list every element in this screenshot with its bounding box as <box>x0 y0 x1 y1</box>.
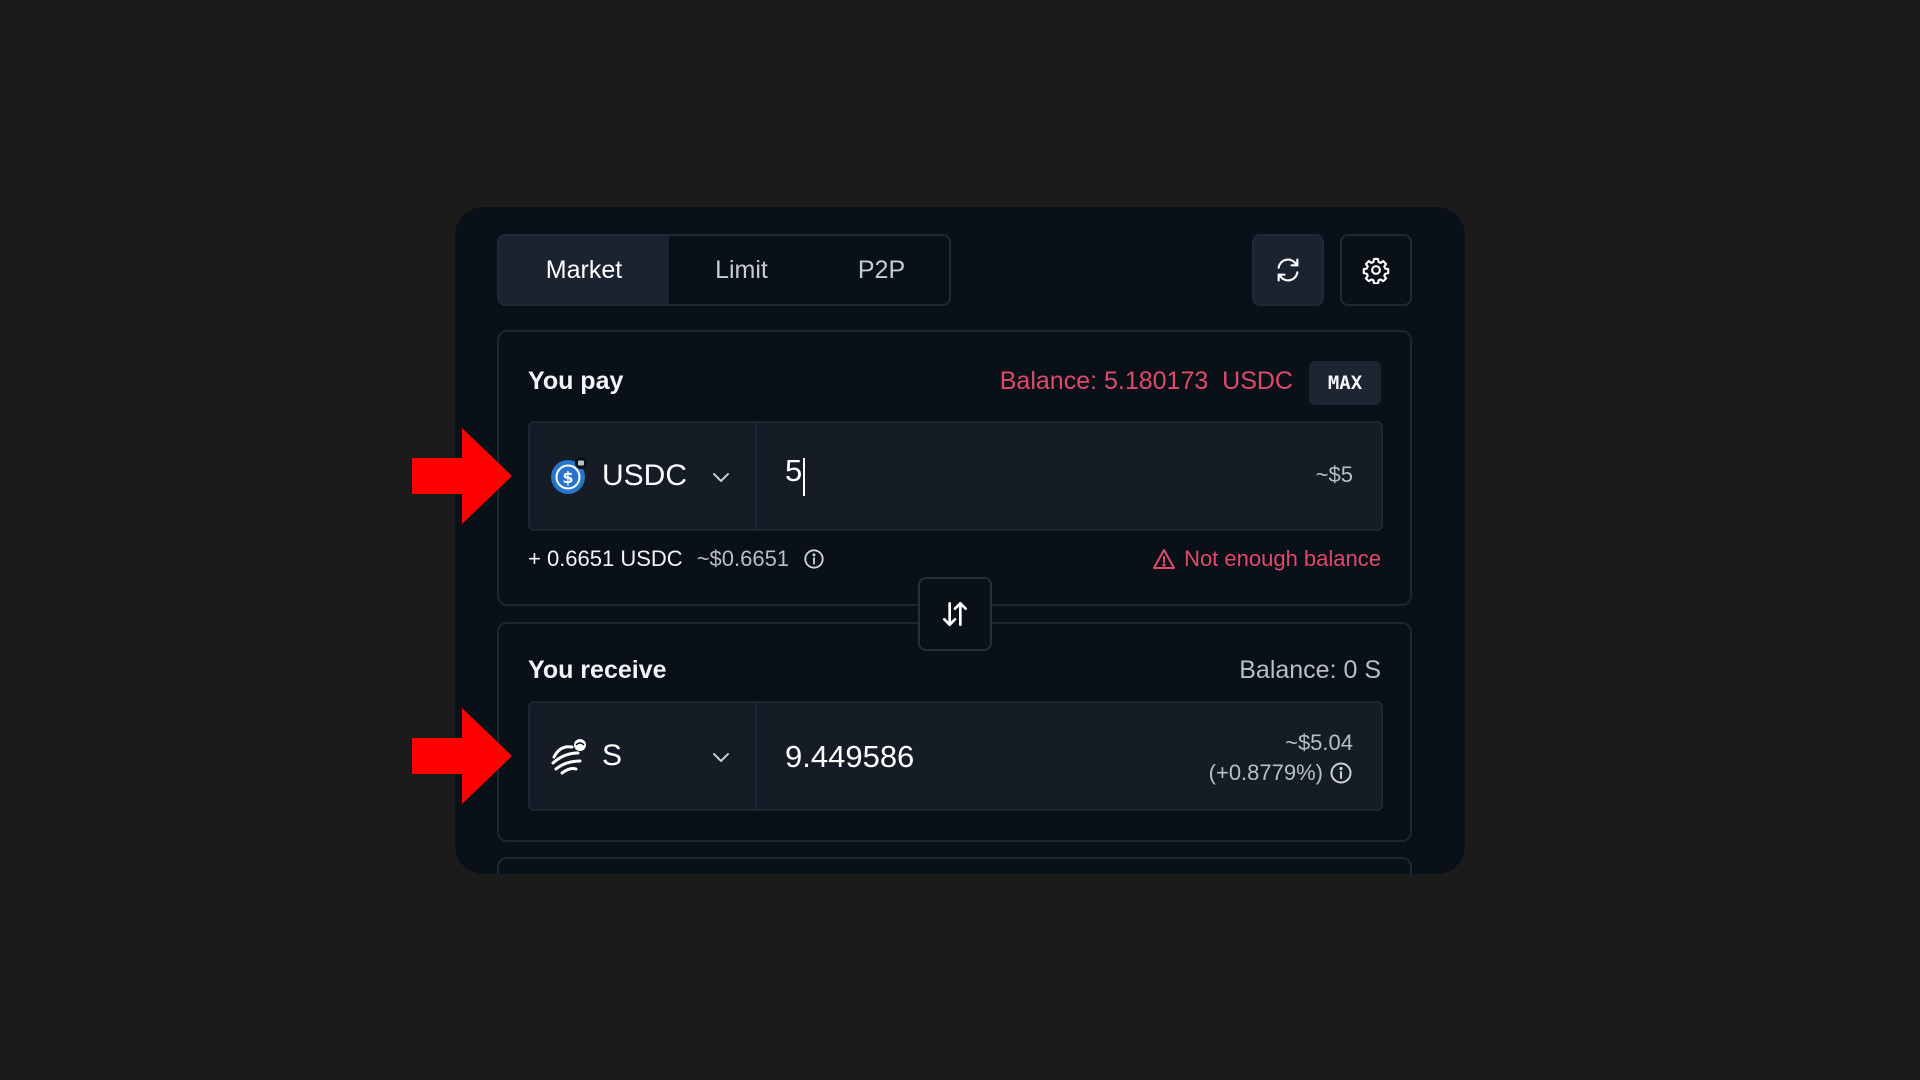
info-icon[interactable] <box>1329 761 1353 785</box>
receive-token-symbol: S <box>602 739 623 772</box>
price-impact: (+0.8779%) <box>1208 760 1323 785</box>
svg-text:$: $ <box>562 468 573 487</box>
fee-usd: ~$0.6651 <box>696 546 790 571</box>
warning-icon <box>1153 549 1176 569</box>
settings-button[interactable] <box>1340 234 1412 306</box>
tab-limit[interactable]: Limit <box>669 236 814 304</box>
receive-balance: Balance: 0 S <box>1239 656 1381 684</box>
chevron-down-icon <box>713 473 729 482</box>
insufficient-balance-warning: Not enough balance <box>1152 546 1381 572</box>
pay-token-row: $ USDC ~$5 <box>528 421 1383 531</box>
receive-token-selector[interactable]: S <box>530 703 757 809</box>
sonic-icon <box>550 737 588 775</box>
swap-widget: Market Limit P2P You pay Balance: 5.1801… <box>455 207 1465 874</box>
pay-usd-value: ~$5 <box>1315 462 1353 487</box>
annotation-arrow-pay <box>412 428 512 524</box>
pay-balance: Balance: 5.180173 USDC <box>999 367 1293 395</box>
receive-usd-value: ~$5.04 <box>1285 730 1353 755</box>
refresh-button[interactable] <box>1252 234 1324 306</box>
pay-amount-field[interactable]: ~$5 <box>757 423 1381 529</box>
swap-direction-button[interactable] <box>918 577 992 651</box>
pay-token-symbol: USDC <box>602 459 688 492</box>
receive-label: You receive <box>528 656 667 684</box>
pay-panel: You pay Balance: 5.180173 USDC MAX $ USD… <box>497 330 1412 606</box>
order-type-tabs: Market Limit P2P <box>497 234 951 306</box>
usdc-icon: $ <box>550 457 588 495</box>
annotation-arrow-receive <box>412 708 512 804</box>
receive-amount: 9.449586 <box>785 739 915 774</box>
text-caret <box>803 458 805 496</box>
fee-row: + 0.6651 USDC ~$0.6651 <box>528 546 825 572</box>
tab-p2p[interactable]: P2P <box>814 236 949 304</box>
chevron-down-icon <box>713 753 729 762</box>
receive-amount-field: 9.449586 ~$5.04 (+0.8779%) <box>757 703 1381 809</box>
gear-icon <box>1362 257 1390 284</box>
refresh-icon <box>1277 258 1299 282</box>
fee-amount: + 0.6651 USDC <box>528 546 683 571</box>
receive-usd-stack: ~$5.04 (+0.8779%) <box>1209 728 1353 788</box>
max-button[interactable]: MAX <box>1309 361 1381 405</box>
receive-panel: You receive Balance: 0 S S 9.449586 ~$5.… <box>497 622 1412 842</box>
receive-token-row: S 9.449586 ~$5.04 (+0.8779%) <box>528 701 1383 811</box>
pay-token-selector[interactable]: $ USDC <box>530 423 757 529</box>
tab-market[interactable]: Market <box>499 236 669 304</box>
pay-label: You pay <box>528 367 624 395</box>
swap-arrows-icon <box>943 602 967 626</box>
info-icon[interactable] <box>803 548 825 570</box>
pay-amount-input[interactable] <box>785 453 1185 489</box>
next-panel-partial <box>497 857 1412 874</box>
warning-text: Not enough balance <box>1184 546 1381 571</box>
